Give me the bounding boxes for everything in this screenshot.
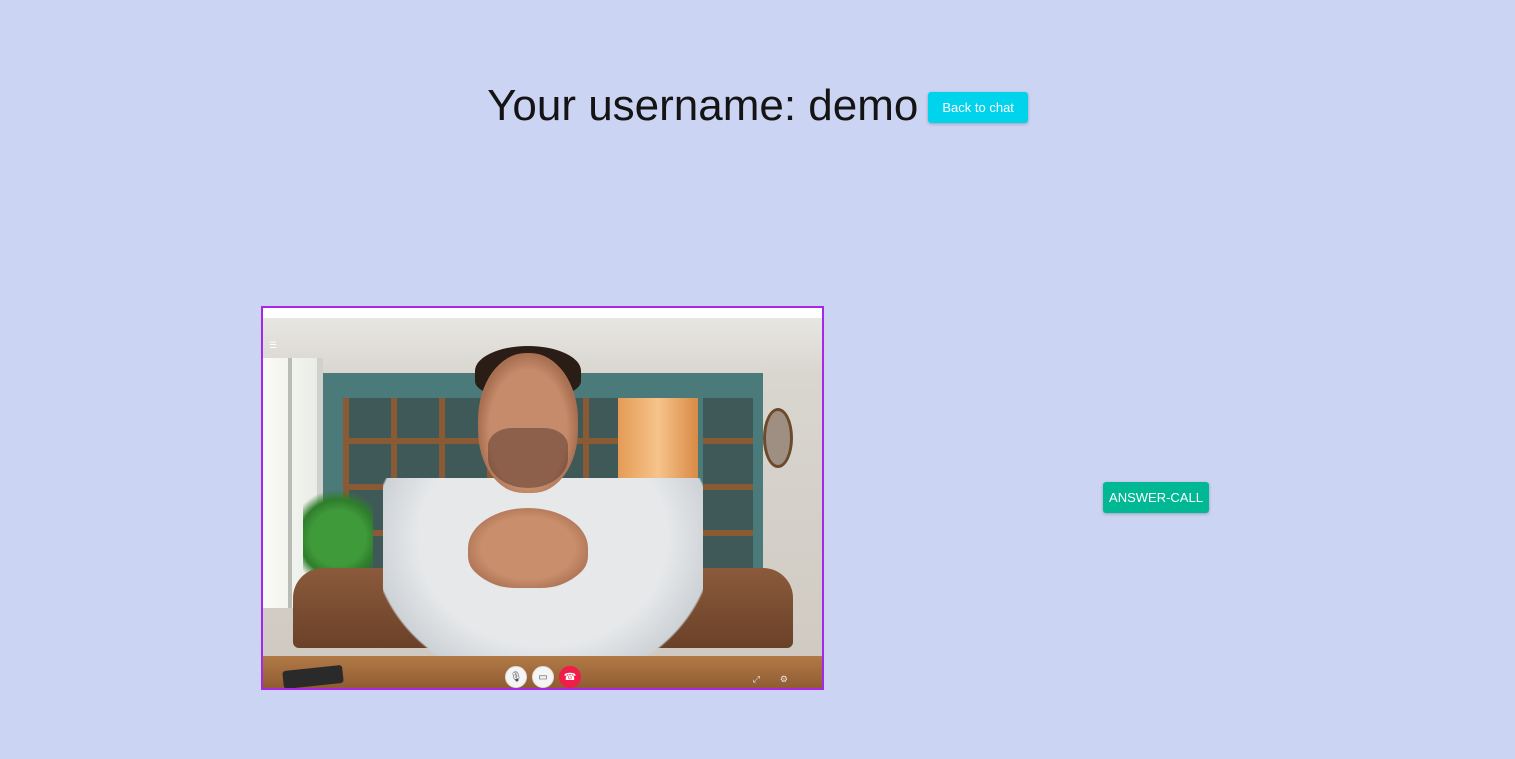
menu-icon: ☰ xyxy=(269,340,278,350)
page-title: Your username: demo xyxy=(487,81,919,130)
call-controls: 🎙 ▭ ☎ xyxy=(505,666,581,688)
answer-call-button[interactable]: ANSWER-CALL xyxy=(1103,482,1209,513)
camera-icon: ▭ xyxy=(532,666,554,688)
expand-icon: ⤢ xyxy=(752,674,760,684)
header: Your username: demo Back to chat xyxy=(0,78,1515,134)
video-feed: ☰ 🎙 ▭ ☎ ⤢ ⚙ xyxy=(261,306,824,690)
mic-icon: 🎙 xyxy=(505,666,527,688)
video-image: ☰ 🎙 ▭ ☎ ⤢ ⚙ xyxy=(263,318,822,688)
settings-icon: ⚙ xyxy=(779,674,788,684)
back-to-chat-button[interactable]: Back to chat xyxy=(928,91,1028,123)
hangup-icon: ☎ xyxy=(559,666,581,688)
corner-icons: ⤢ ⚙ xyxy=(753,674,788,685)
status-strip xyxy=(263,308,822,318)
